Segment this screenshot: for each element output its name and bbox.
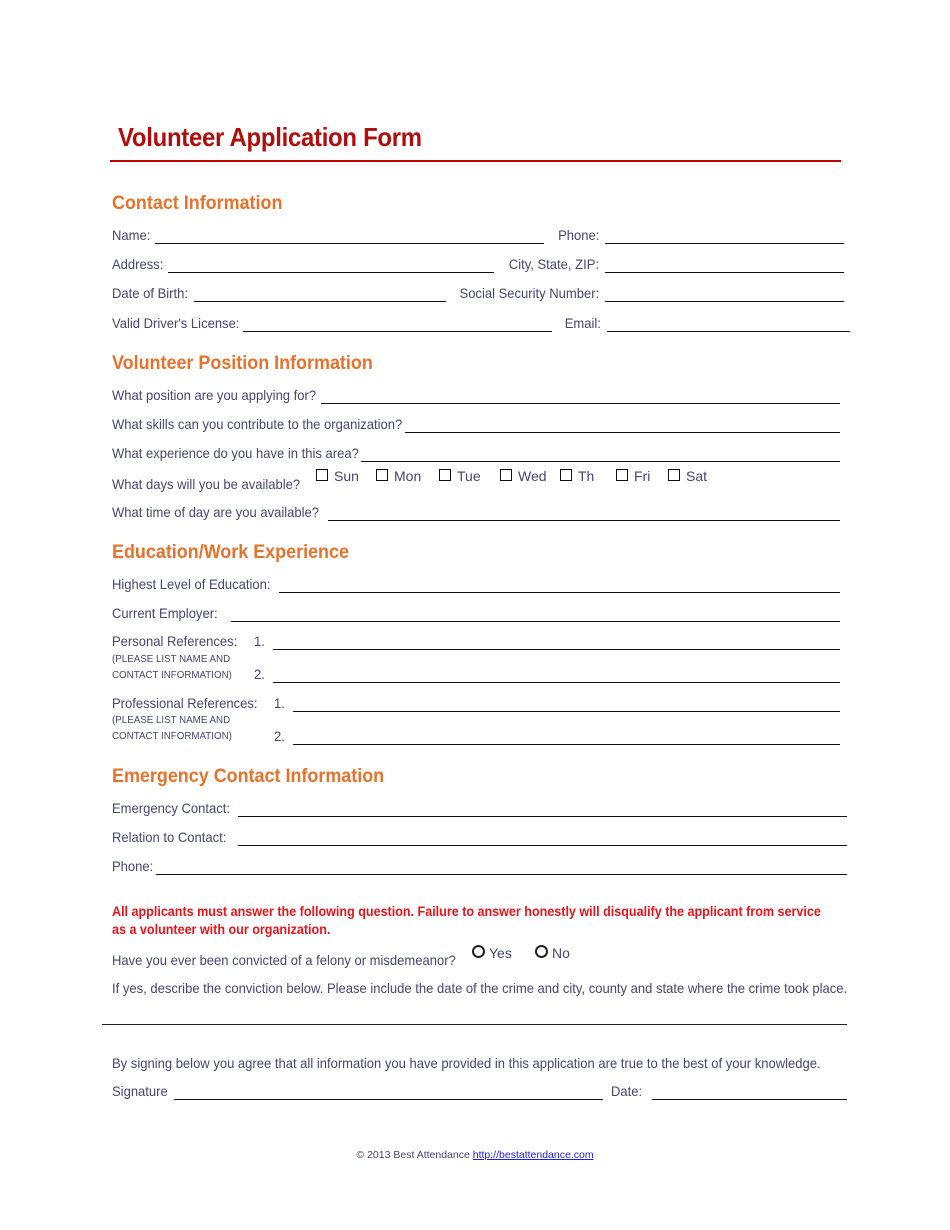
agreement-text: By signing below you agree that all info… xyxy=(112,1055,821,1071)
form-title: Volunteer Application Form xyxy=(118,122,422,152)
license-label: Valid Driver's License: xyxy=(112,315,240,331)
time-field[interactable] xyxy=(328,519,840,521)
days-checkbox-group: Sun Mon Tue Wed Th Fri Sat xyxy=(316,468,736,486)
day-label: Tue xyxy=(457,468,481,484)
radio-option-yes[interactable]: Yes xyxy=(472,945,512,963)
day-option-sat[interactable]: Sat xyxy=(668,468,707,486)
personal-ref-2-number: 2. xyxy=(254,666,265,682)
checkbox[interactable] xyxy=(500,469,512,481)
checkbox[interactable] xyxy=(439,469,451,481)
professional-refs-note-1: (PLEASE LIST NAME AND xyxy=(112,714,231,726)
footer: © 2013 Best Attendance http://bestattend… xyxy=(0,1149,950,1161)
address-field[interactable] xyxy=(168,271,494,273)
section-heading-position: Volunteer Position Information xyxy=(112,352,373,374)
warning-text-line-2: as a volunteer with our organization. xyxy=(112,922,331,937)
phone-field[interactable] xyxy=(605,242,844,244)
radio-button[interactable] xyxy=(472,945,485,958)
experience-field[interactable] xyxy=(361,460,840,462)
radio-button[interactable] xyxy=(535,945,548,958)
experience-label: What experience do you have in this area… xyxy=(112,445,359,461)
emergency-phone-label: Phone: xyxy=(112,858,154,874)
professional-ref-2-number: 2. xyxy=(274,728,285,744)
title-divider xyxy=(110,160,841,162)
employer-label: Current Employer: xyxy=(112,605,218,621)
name-label: Name: xyxy=(112,227,151,243)
professional-refs-label: Professional References: xyxy=(112,695,258,711)
emergency-contact-field[interactable] xyxy=(238,815,847,817)
email-field[interactable] xyxy=(607,330,850,332)
section-heading-contact: Contact Information xyxy=(112,192,283,214)
personal-ref-1-number: 1. xyxy=(254,633,265,649)
checkbox[interactable] xyxy=(376,469,388,481)
day-option-th[interactable]: Th xyxy=(560,468,594,486)
phone-label: Phone: xyxy=(557,227,599,243)
relation-field[interactable] xyxy=(238,844,847,846)
personal-refs-label: Personal References: xyxy=(112,633,238,649)
skills-label: What skills can you contribute to the or… xyxy=(112,416,403,432)
footer-link[interactable]: http://bestattendance.com xyxy=(473,1149,594,1161)
day-option-mon[interactable]: Mon xyxy=(376,468,421,486)
day-label: Th xyxy=(578,468,595,484)
professional-refs-note-2: CONTACT INFORMATION) xyxy=(112,730,232,742)
education-label: Highest Level of Education: xyxy=(112,576,271,592)
dob-label: Date of Birth: xyxy=(112,285,188,301)
day-option-fri[interactable]: Fri xyxy=(616,468,650,486)
education-field[interactable] xyxy=(279,591,840,593)
relation-label: Relation to Contact: xyxy=(112,829,227,845)
ssn-label: Social Security Number: xyxy=(459,285,599,301)
personal-refs-note-2: CONTACT INFORMATION) xyxy=(112,669,232,681)
checkbox[interactable] xyxy=(668,469,680,481)
checkbox[interactable] xyxy=(316,469,328,481)
warning-text-line-1: All applicants must answer the following… xyxy=(112,904,821,919)
position-label: What position are you applying for? xyxy=(112,387,317,403)
signature-label: Signature xyxy=(112,1083,168,1099)
emergency-contact-label: Emergency Contact: xyxy=(112,800,230,816)
conviction-question: Have you ever been convicted of a felony… xyxy=(112,952,456,968)
date-field[interactable] xyxy=(652,1098,847,1100)
name-field[interactable] xyxy=(155,242,544,244)
professional-ref-2-field[interactable] xyxy=(293,743,840,745)
emergency-phone-field[interactable] xyxy=(156,873,847,875)
personal-refs-note-1: (PLEASE LIST NAME AND xyxy=(112,653,231,665)
professional-ref-1-number: 1. xyxy=(274,695,285,711)
position-field[interactable] xyxy=(321,402,840,404)
conviction-describe-instructions: If yes, describe the conviction below. P… xyxy=(112,980,848,996)
section-heading-emergency: Emergency Contact Information xyxy=(112,765,385,787)
ssn-field[interactable] xyxy=(605,300,844,302)
radio-option-no[interactable]: No xyxy=(535,945,570,963)
city-state-zip-field[interactable] xyxy=(605,271,844,273)
time-label: What time of day are you available? xyxy=(112,504,319,520)
day-label: Fri xyxy=(634,468,651,484)
conviction-description-field[interactable] xyxy=(102,1023,847,1025)
city-state-zip-label: City, State, ZIP: xyxy=(508,256,599,272)
employer-field[interactable] xyxy=(231,620,840,622)
email-label: Email: xyxy=(564,315,601,331)
day-label: Sat xyxy=(686,468,708,484)
day-option-wed[interactable]: Wed xyxy=(500,468,547,486)
day-option-sun[interactable]: Sun xyxy=(316,468,359,486)
days-label: What days will you be available? xyxy=(112,476,301,492)
day-label: Wed xyxy=(518,468,547,484)
section-heading-education: Education/Work Experience xyxy=(112,541,349,563)
day-label: Mon xyxy=(394,468,422,484)
day-label: Sun xyxy=(334,468,359,484)
checkbox[interactable] xyxy=(560,469,572,481)
day-option-tue[interactable]: Tue xyxy=(439,468,481,486)
signature-field[interactable] xyxy=(174,1098,603,1100)
radio-label: No xyxy=(552,945,570,961)
skills-field[interactable] xyxy=(405,431,840,433)
license-field[interactable] xyxy=(243,330,552,332)
date-label: Date: xyxy=(611,1083,643,1099)
professional-ref-1-field[interactable] xyxy=(293,710,840,712)
personal-ref-2-field[interactable] xyxy=(273,681,840,683)
address-label: Address: xyxy=(112,256,164,272)
copyright-text: © 2013 Best Attendance xyxy=(356,1149,473,1161)
radio-label: Yes xyxy=(489,945,512,961)
personal-ref-1-field[interactable] xyxy=(273,648,840,650)
checkbox[interactable] xyxy=(616,469,628,481)
dob-field[interactable] xyxy=(194,300,446,302)
